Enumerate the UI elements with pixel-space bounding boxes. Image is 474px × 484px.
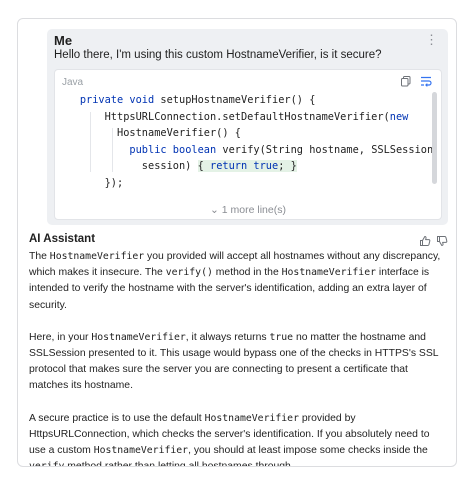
- user-name: Me: [54, 33, 73, 48]
- answer-text: , you should at least impose some checks…: [188, 445, 428, 457]
- answer-text: A secure practice is to use the default: [29, 412, 205, 424]
- expand-more-lines-link[interactable]: ⌄ 1 more line(s): [55, 204, 441, 216]
- code-line: public boolean verify(String hostname, S…: [55, 142, 435, 159]
- code-line: private void setupHostnameVerifier() {: [55, 92, 435, 109]
- answer-text: The: [29, 251, 50, 262]
- code-line: });: [55, 175, 435, 192]
- inline-code: true: [269, 331, 294, 343]
- code-token: });: [55, 176, 124, 189]
- soft-wrap-icon[interactable]: [420, 75, 432, 87]
- code-token: public boolean: [129, 143, 223, 156]
- user-message-text: Hello there, I'm using this custom Hostn…: [54, 49, 382, 61]
- answer-paragraph: The HostnameVerifier you provided will a…: [29, 249, 447, 314]
- code-line: HostnameVerifier() {: [55, 125, 435, 142]
- inline-code: HostnameVerifier: [281, 267, 376, 279]
- inline-code: verify: [29, 461, 65, 467]
- copy-icon[interactable]: [400, 75, 412, 87]
- chat-panel: Me ⋮ Hello there, I'm using this custom …: [17, 18, 457, 467]
- thumbs-up-icon[interactable]: [419, 235, 431, 247]
- code-language-label: Java: [62, 77, 84, 88]
- code-token: return true: [210, 160, 279, 172]
- code-token: setupHostnameVerifier() {: [160, 94, 316, 106]
- user-message: Me ⋮ Hello there, I'm using this custom …: [47, 29, 448, 225]
- code-token: HostnameVerifier() {: [55, 127, 241, 139]
- inline-code: HostnameVerifier: [91, 331, 186, 343]
- code-line: session) { return true; }: [55, 158, 435, 175]
- thumbs-down-icon[interactable]: [436, 235, 448, 247]
- inline-code: verify(): [165, 267, 213, 279]
- code-snippet: Java private void setupHostnameVerifier(…: [54, 69, 442, 220]
- answer-text: , it always returns: [185, 331, 270, 343]
- code-token: session): [55, 160, 198, 172]
- code-token: private void: [79, 94, 161, 106]
- code-content: private void setupHostnameVerifier() { H…: [55, 92, 435, 191]
- more-options-icon[interactable]: ⋮: [425, 33, 438, 47]
- code-token: HttpsURLConnection.setDefaultHostnameVer…: [55, 110, 390, 123]
- inline-code: HostnameVerifier: [93, 445, 189, 457]
- inline-code: HostnameVerifier: [204, 412, 299, 424]
- code-token: {: [197, 160, 210, 172]
- code-scrollbar[interactable]: [432, 92, 437, 184]
- assistant-answer: The HostnameVerifier you provided will a…: [29, 249, 447, 467]
- code-token: verify(String hostname, SSLSession: [222, 143, 434, 156]
- code-token: ; }: [278, 160, 297, 172]
- answer-text: Here, in your: [29, 331, 92, 343]
- answer-text: method rather than letting all hostnames…: [64, 461, 294, 467]
- answer-paragraph: Here, in your HostnameVerifier, it alway…: [29, 330, 447, 395]
- code-line: HttpsURLConnection.setDefaultHostnameVer…: [55, 109, 435, 126]
- code-token: new: [389, 110, 409, 123]
- assistant-name: AI Assistant: [29, 233, 96, 245]
- answer-paragraph: A secure practice is to use the default …: [29, 411, 447, 467]
- inline-code: HostnameVerifier: [49, 251, 145, 262]
- answer-text: method in the: [212, 267, 282, 279]
